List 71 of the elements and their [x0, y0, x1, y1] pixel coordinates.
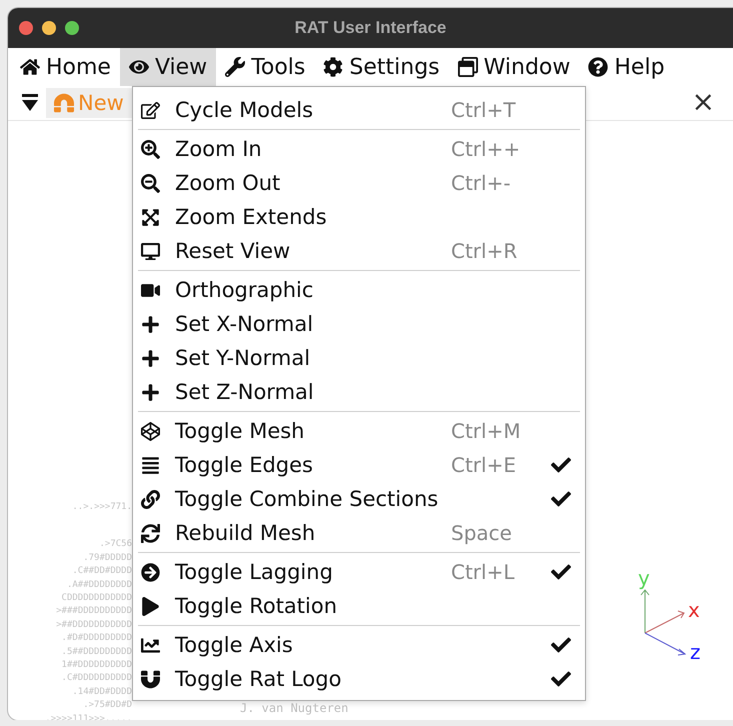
lines-icon	[141, 456, 160, 474]
ascii-art-line: .C##DD#DDDD	[72, 565, 132, 578]
edit-icon	[141, 100, 160, 120]
checkmark-icon	[551, 562, 571, 582]
magnet-icon	[141, 670, 160, 688]
ascii-art-line: .5##DDDDDDDDD	[62, 646, 132, 659]
ascii-art-line: .14#DD#DDDD	[72, 686, 132, 699]
minimize-window-button[interactable]	[42, 21, 56, 35]
settings-icon	[323, 57, 344, 77]
menu-item[interactable]: Cycle Models Ctrl+T	[133, 93, 585, 127]
link-icon	[141, 490, 160, 508]
ascii-art-line: .C#DDDDDDDDDD	[62, 672, 132, 686]
close-tab-button[interactable]: ×	[692, 86, 715, 118]
plus-icon	[141, 348, 160, 368]
ascii-art-line: .>75#DD#D	[83, 699, 132, 712]
chart-icon	[141, 636, 160, 654]
menu-item[interactable]: Zoom In Ctrl++	[133, 132, 585, 166]
dropdown-icon	[22, 94, 38, 112]
ascii-art-line: 1##DDDDDDDDDD	[62, 659, 132, 672]
checkmark-icon	[551, 669, 571, 689]
author-credit: J. van Nugteren	[240, 701, 348, 716]
cube-icon	[141, 422, 160, 440]
menu-item[interactable]: Orthographic	[133, 273, 585, 307]
ascii-art-line: .A##DDDDDDDD	[66, 578, 132, 592]
help-icon	[588, 57, 608, 77]
window-title: RAT User Interface	[294, 18, 448, 38]
menu-item[interactable]: Set X-Normal	[133, 307, 585, 341]
zoom-in-icon	[141, 140, 160, 158]
monitor-icon	[141, 242, 160, 260]
magnet-icon	[54, 93, 74, 113]
checkmark-icon	[551, 489, 571, 509]
menu-item[interactable]: Rebuild Mesh Space	[133, 516, 585, 550]
close-window-button[interactable]	[19, 21, 33, 35]
ascii-art-line: >##DDDDDDDDDDD	[56, 618, 132, 632]
wrench-icon	[225, 57, 246, 77]
plus-icon	[141, 382, 160, 402]
menu-item[interactable]: Zoom Extends	[133, 200, 585, 234]
menu-item[interactable]: Toggle Combine Sections	[133, 482, 585, 516]
checkmark-icon	[551, 635, 571, 655]
menu-item[interactable]: Toggle Edges Ctrl+E	[133, 448, 585, 482]
ascii-art-line: CDDDDDDDDDDDD	[62, 592, 132, 606]
menu-title[interactable]: Window	[448, 48, 580, 86]
menu-item[interactable]: Set Y-Normal	[133, 341, 585, 375]
axes-drawing: y x z	[620, 567, 700, 659]
play-icon	[141, 596, 160, 616]
refresh-icon	[141, 524, 160, 542]
ascii-art-line: ..>.>>>771.	[72, 501, 132, 514]
checkmark-icon	[551, 455, 571, 475]
zoom-out-icon	[141, 174, 160, 192]
menu-title[interactable]: Settings	[314, 48, 449, 86]
menu-item[interactable]: Toggle Axis	[133, 628, 585, 662]
menu-item[interactable]: Reset View Ctrl+R	[133, 234, 585, 268]
ascii-art-line: .79#DDDDD	[83, 552, 132, 565]
menu-item[interactable]: Toggle Mesh Ctrl+M	[133, 414, 585, 448]
menu-title[interactable]: Home	[11, 48, 120, 86]
menu-item[interactable]: Toggle Lagging Ctrl+L	[133, 555, 585, 589]
expand-icon	[141, 208, 160, 226]
ascii-art-line: .>7C56	[99, 538, 132, 552]
menu-title[interactable]: Help	[579, 48, 674, 86]
menu-item[interactable]: Toggle Rotation	[133, 589, 585, 623]
menu-title[interactable]: View	[120, 48, 216, 86]
zoom-window-button[interactable]	[65, 21, 79, 35]
menu-item[interactable]: Toggle Rat Logo	[133, 662, 585, 696]
ascii-art-line: .#D#DDDDDDDDD	[62, 632, 132, 646]
home-icon	[20, 57, 40, 77]
menu-item[interactable]: Zoom Out Ctrl+-	[133, 166, 585, 200]
ascii-art-line: >###DDDDDDDDDD	[56, 605, 132, 618]
menu-item[interactable]: Set Z-Normal	[133, 375, 585, 409]
menu-title[interactable]: Tools	[216, 48, 314, 86]
window-icon	[458, 57, 478, 77]
plus-icon	[141, 314, 160, 334]
